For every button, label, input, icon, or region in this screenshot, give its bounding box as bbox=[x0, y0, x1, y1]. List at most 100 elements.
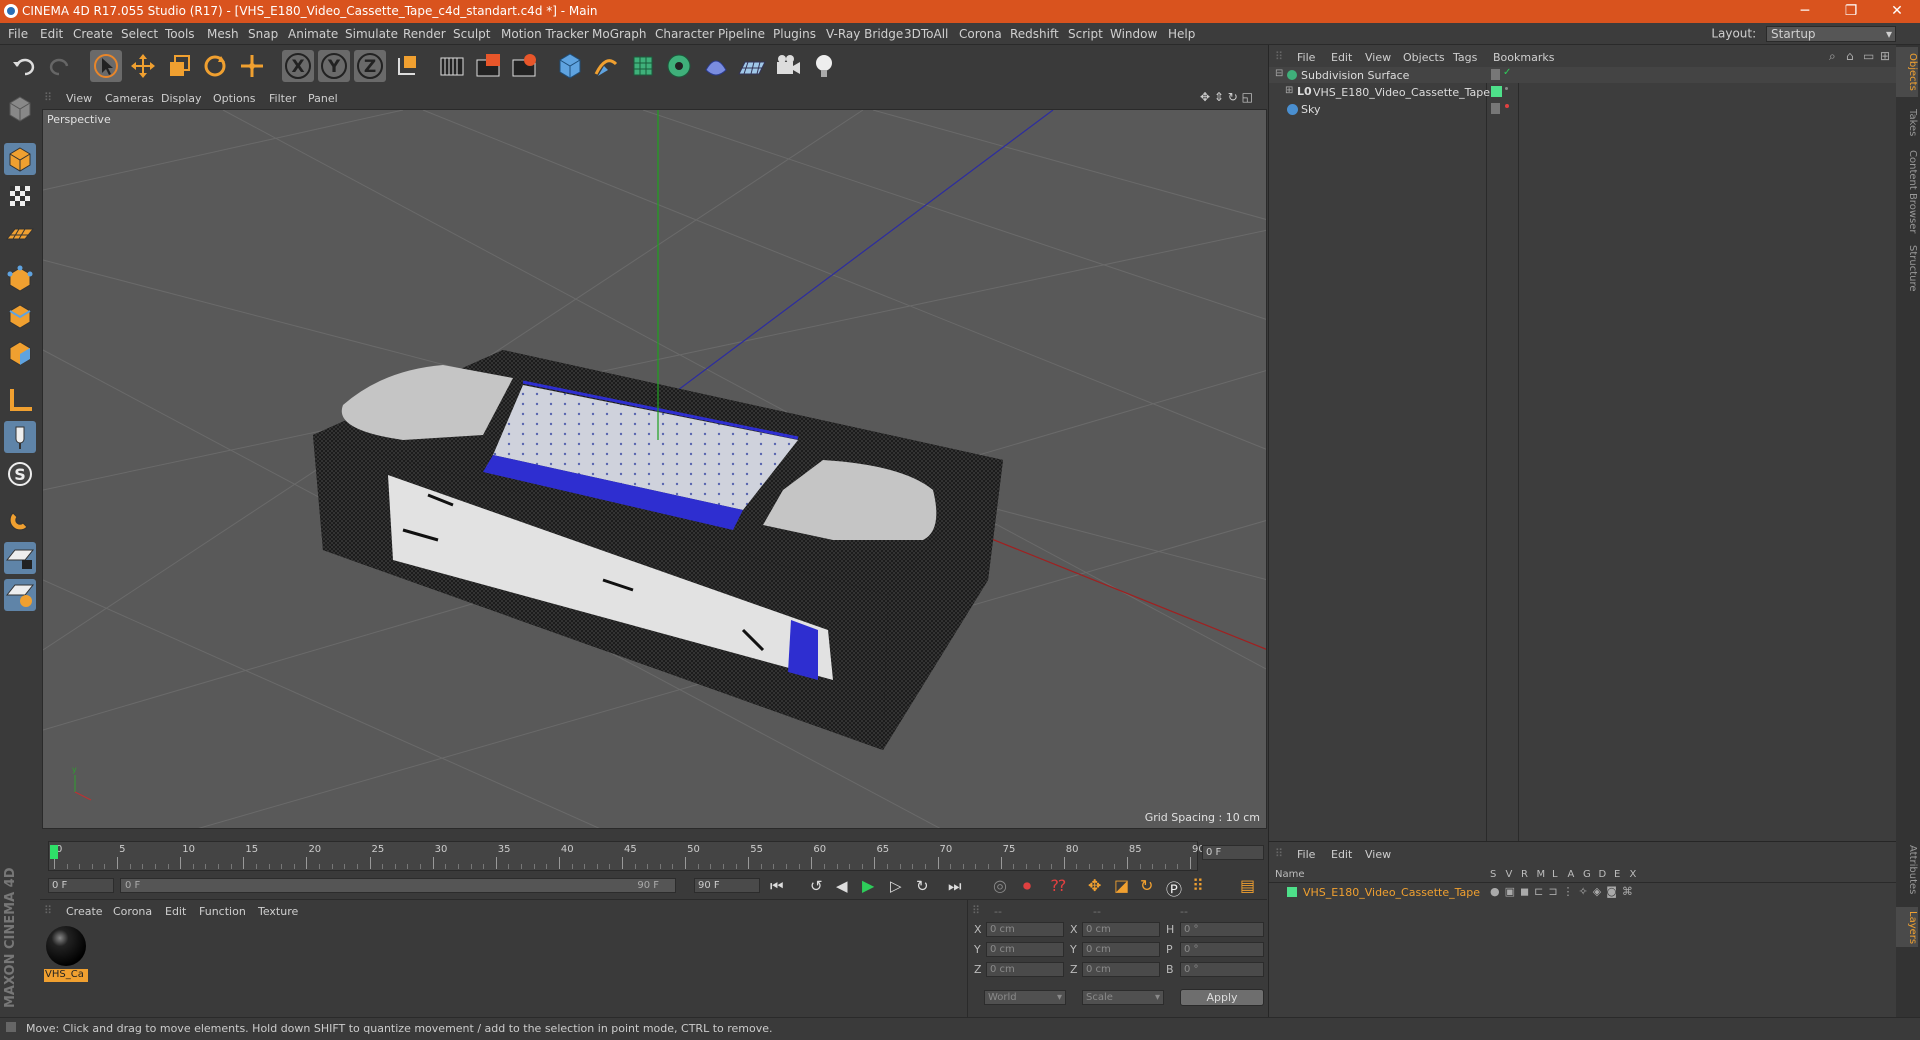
key-position-icon[interactable]: ✥ bbox=[1088, 876, 1101, 895]
record-key-icon[interactable]: ◎ bbox=[993, 876, 1007, 895]
material-swatch[interactable] bbox=[44, 924, 88, 968]
size-z-field[interactable]: 0 cm bbox=[1082, 962, 1160, 977]
menu-redshift[interactable]: Redshift bbox=[1010, 27, 1059, 41]
menu-motion-tracker[interactable]: Motion Tracker bbox=[501, 27, 589, 41]
object-row-sky[interactable]: Sky bbox=[1269, 101, 1897, 117]
drag-handle-icon[interactable]: ⠿ bbox=[44, 91, 52, 104]
menu-help[interactable]: Help bbox=[1168, 27, 1195, 41]
editor-visibility-icon[interactable] bbox=[1491, 69, 1500, 80]
menu-window[interactable]: Window bbox=[1110, 27, 1157, 41]
goto-start-icon[interactable]: ⏮ bbox=[770, 877, 784, 895]
move-tool-button[interactable] bbox=[127, 50, 159, 82]
3d-viewport[interactable]: y Perspective Grid Spacing : 10 cm bbox=[42, 109, 1267, 829]
layout-dropdown[interactable]: Startup ▾ bbox=[1766, 26, 1896, 42]
edges-mode-button[interactable] bbox=[4, 300, 36, 332]
goto-next-key-icon[interactable]: ↻ bbox=[916, 877, 929, 895]
material-name[interactable]: VHS_Ca bbox=[44, 969, 88, 982]
menu-select[interactable]: Select bbox=[121, 27, 158, 41]
tab-attributes[interactable]: Attributes bbox=[1898, 845, 1918, 894]
home-icon[interactable]: ⌂ bbox=[1846, 49, 1854, 63]
minimize-button[interactable]: ─ bbox=[1782, 0, 1828, 23]
menu-animate[interactable]: Animate bbox=[288, 27, 338, 41]
redo-button[interactable] bbox=[44, 50, 76, 82]
expand-icon[interactable]: ⊞ bbox=[1285, 85, 1293, 96]
cloner-icon[interactable] bbox=[663, 50, 695, 82]
start-frame-field[interactable]: 0 F bbox=[48, 878, 114, 893]
tab-structure[interactable]: Structure bbox=[1898, 245, 1918, 292]
pos-z-field[interactable]: 0 cm bbox=[986, 962, 1064, 977]
scale-tool-button[interactable] bbox=[163, 50, 195, 82]
polygons-mode-button[interactable] bbox=[4, 337, 36, 369]
prev-frame-icon[interactable]: ◀ bbox=[836, 877, 848, 895]
texture-mode-button[interactable] bbox=[4, 180, 36, 212]
coord-mode-dropdown[interactable]: World ▾ bbox=[984, 990, 1066, 1005]
current-frame-field[interactable]: 0 F bbox=[1202, 845, 1264, 860]
menu-character[interactable]: Character bbox=[655, 27, 714, 41]
solo-mode-button[interactable]: S bbox=[4, 458, 36, 490]
search-icon[interactable]: ⌕ bbox=[1829, 49, 1836, 64]
drag-handle-icon[interactable]: ⠿ bbox=[1275, 847, 1283, 860]
select-tool-button[interactable] bbox=[90, 50, 122, 82]
menu-corona[interactable]: Corona bbox=[959, 27, 1002, 41]
light-icon[interactable] bbox=[808, 50, 840, 82]
key-pla-icon[interactable]: ⠿ bbox=[1192, 876, 1204, 895]
menu-create[interactable]: Create bbox=[73, 27, 113, 41]
axis-mode-button[interactable] bbox=[4, 384, 36, 416]
model-mode-button[interactable] bbox=[4, 143, 36, 175]
material-menu-function[interactable]: Function bbox=[199, 905, 246, 918]
layer-color-icon[interactable] bbox=[1491, 86, 1502, 97]
material-menu-corona[interactable]: Corona bbox=[113, 905, 152, 918]
object-menu-tags[interactable]: Tags bbox=[1453, 51, 1477, 64]
menu-edit[interactable]: Edit bbox=[40, 27, 63, 41]
render-view-button[interactable] bbox=[436, 50, 468, 82]
layer-column-r[interactable]: R bbox=[1521, 869, 1528, 880]
apply-button[interactable]: Apply bbox=[1180, 989, 1264, 1006]
snap-magnet-button[interactable] bbox=[4, 505, 36, 537]
enabled-check-icon[interactable]: ✓ bbox=[1503, 67, 1511, 78]
layer-column-x[interactable]: X bbox=[1630, 869, 1637, 880]
render-picture-viewer-button[interactable] bbox=[472, 50, 504, 82]
frame-range-slider[interactable]: 0 F 90 F bbox=[120, 878, 676, 893]
viewport-menu-cameras[interactable]: Cameras bbox=[105, 92, 154, 105]
viewport-menu-display[interactable]: Display bbox=[161, 92, 202, 105]
layer-column-v[interactable]: V bbox=[1506, 869, 1513, 880]
viewport-menu-filter[interactable]: Filter bbox=[269, 92, 296, 105]
tab-content-browser[interactable]: Content Browser bbox=[1898, 150, 1918, 233]
viewport-menu-options[interactable]: Options bbox=[213, 92, 255, 105]
pos-x-field[interactable]: 0 cm bbox=[986, 922, 1064, 937]
layer-column-a[interactable]: A bbox=[1568, 869, 1575, 880]
menu-mesh[interactable]: Mesh bbox=[207, 27, 239, 41]
live-selection-button[interactable] bbox=[236, 50, 268, 82]
lock-workplane-button[interactable] bbox=[4, 542, 36, 574]
object-menu-view[interactable]: View bbox=[1365, 51, 1391, 64]
timeline-ruler[interactable]: 0 5 10 15 20 25 30 35 40 45 50 55 60 65 70 75 80 85 90 0 F bbox=[40, 839, 1267, 873]
rot-h-field[interactable]: 0 ° bbox=[1180, 922, 1264, 937]
editor-visibility-icon[interactable] bbox=[1491, 103, 1500, 114]
layer-column-e[interactable]: E bbox=[1614, 869, 1620, 880]
x-axis-lock-button[interactable]: X bbox=[282, 50, 314, 82]
layer-color-icon[interactable] bbox=[1287, 887, 1297, 897]
collapse-icon[interactable]: ⊟ bbox=[1275, 68, 1283, 79]
menu-vray-bridge[interactable]: V-Ray Bridge bbox=[826, 27, 903, 41]
menu-simulate[interactable]: Simulate bbox=[345, 27, 398, 41]
end-frame-field[interactable]: 90 F bbox=[694, 878, 760, 893]
object-row-vhs[interactable]: ⊞ L0 VHS_E180_Video_Cassette_Tape bbox=[1269, 84, 1897, 100]
visibility-dot-icon[interactable] bbox=[1505, 87, 1508, 90]
coordinate-system-button[interactable] bbox=[391, 50, 423, 82]
drag-handle-icon[interactable]: ⠿ bbox=[972, 904, 980, 917]
scale-mode-dropdown[interactable]: Scale ▾ bbox=[1082, 990, 1164, 1005]
layer-menu-view[interactable]: View bbox=[1365, 848, 1391, 861]
render-settings-button[interactable] bbox=[508, 50, 540, 82]
object-menu-file[interactable]: File bbox=[1297, 51, 1315, 64]
viewport-menu-view[interactable]: View bbox=[66, 92, 92, 105]
viewport-menu-panel[interactable]: Panel bbox=[308, 92, 338, 105]
menu-3dtoall[interactable]: 3DToAll bbox=[904, 27, 948, 41]
camera-icon[interactable] bbox=[772, 50, 804, 82]
menu-tools[interactable]: Tools bbox=[165, 27, 195, 41]
pos-y-field[interactable]: 0 cm bbox=[986, 942, 1064, 957]
layer-column-s[interactable]: S bbox=[1490, 869, 1496, 880]
size-x-field[interactable]: 0 cm bbox=[1082, 922, 1160, 937]
menu-plugins[interactable]: Plugins bbox=[773, 27, 816, 41]
object-menu-edit[interactable]: Edit bbox=[1331, 51, 1352, 64]
pen-spline-icon[interactable] bbox=[590, 50, 622, 82]
